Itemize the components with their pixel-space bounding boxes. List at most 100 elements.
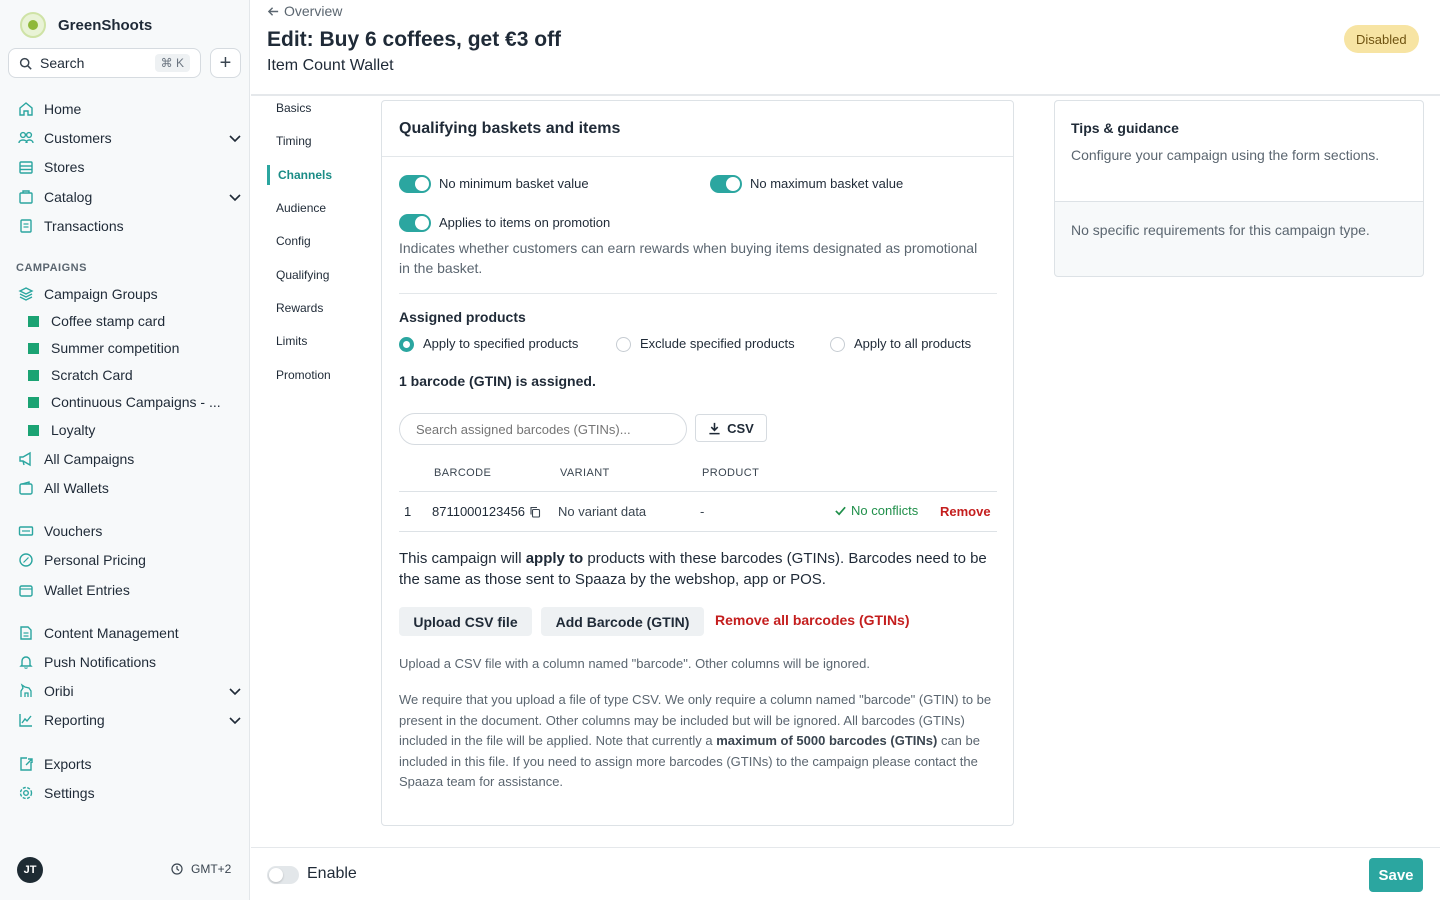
nav-personal-pricing[interactable]: Personal Pricing bbox=[18, 548, 242, 572]
wallet-entries-icon bbox=[19, 585, 33, 597]
enable-label: Enable bbox=[307, 865, 357, 882]
chevron-down-icon[interactable] bbox=[228, 131, 242, 145]
upload-csv-button[interactable]: Upload CSV file bbox=[399, 607, 532, 636]
nav-all-wallets[interactable]: All Wallets bbox=[18, 476, 242, 500]
nav-stores-label: Stores bbox=[44, 159, 85, 175]
brand[interactable]: GreenShoots bbox=[20, 12, 152, 38]
nav-wallet-entries-label: Wallet Entries bbox=[44, 582, 130, 598]
section-nav-qualifying[interactable]: Qualifying bbox=[267, 265, 329, 285]
footer-bar: Enable Save bbox=[251, 847, 1440, 900]
nav-home[interactable]: Home bbox=[18, 97, 242, 121]
sidebar-search[interactable]: Search ⌘ K bbox=[8, 48, 201, 78]
nav-exports[interactable]: Exports bbox=[18, 752, 242, 776]
barcode-search-input[interactable] bbox=[399, 413, 687, 445]
row-product: - bbox=[700, 504, 705, 519]
nav-oribi[interactable]: Oribi bbox=[18, 679, 242, 703]
radio-apply-all[interactable] bbox=[830, 337, 845, 352]
requirements-bold: maximum of 5000 barcodes (GTINs) bbox=[716, 733, 938, 748]
document-icon bbox=[20, 626, 32, 640]
promotion-help: Indicates whether customers can earn rew… bbox=[399, 240, 978, 276]
plus-icon: + bbox=[219, 51, 232, 74]
section-nav-promotion[interactable]: Promotion bbox=[267, 365, 331, 385]
nav-reporting[interactable]: Reporting bbox=[18, 708, 242, 732]
nav-reporting-label: Reporting bbox=[44, 712, 105, 728]
nav-all-campaigns[interactable]: All Campaigns bbox=[18, 447, 242, 471]
nav-wallet-entries[interactable]: Wallet Entries bbox=[18, 578, 242, 602]
tips-title: Tips & guidance bbox=[1071, 120, 1179, 136]
radio-exclude-specified-label[interactable]: Exclude specified products bbox=[640, 336, 795, 351]
back-link[interactable]: Overview bbox=[267, 3, 342, 19]
tips-panel: Tips & guidance Configure your campaign … bbox=[1054, 100, 1424, 277]
campaign-group-item[interactable]: Loyalty bbox=[28, 419, 238, 441]
create-button[interactable]: + bbox=[210, 48, 241, 78]
copy-icon[interactable] bbox=[529, 506, 541, 518]
chevron-down-icon[interactable] bbox=[228, 684, 242, 698]
nav-customers-label: Customers bbox=[44, 130, 112, 146]
card-heading: Qualifying baskets and items bbox=[382, 101, 1013, 157]
assigned-count: 1 barcode (GTIN) is assigned. bbox=[399, 373, 596, 389]
nav-push-notifications[interactable]: Push Notifications bbox=[18, 650, 242, 674]
no-minimum-toggle[interactable] bbox=[399, 175, 431, 193]
nav-transactions-label: Transactions bbox=[44, 218, 124, 234]
timezone-indicator[interactable]: GMT+2 bbox=[171, 862, 231, 876]
remove-all-barcodes-button[interactable]: Remove all barcodes (GTINs) bbox=[715, 612, 910, 628]
section-nav-audience[interactable]: Audience bbox=[267, 198, 326, 218]
section-nav-limits[interactable]: Limits bbox=[267, 331, 307, 351]
percent-badge-icon bbox=[19, 553, 33, 567]
radio-apply-all-label[interactable]: Apply to all products bbox=[854, 336, 971, 351]
home-icon bbox=[19, 102, 33, 116]
row-remove-button[interactable]: Remove bbox=[940, 504, 991, 519]
row-barcode-value: 8711000123456 bbox=[432, 504, 526, 519]
nav-vouchers[interactable]: Vouchers bbox=[18, 519, 242, 543]
group-color-swatch bbox=[28, 369, 39, 381]
nav-transactions[interactable]: Transactions bbox=[18, 214, 242, 238]
header-divider bbox=[251, 94, 1440, 96]
nav-customers[interactable]: Customers bbox=[18, 126, 242, 150]
add-barcode-button[interactable]: Add Barcode (GTIN) bbox=[541, 607, 704, 636]
promotion-toggle[interactable] bbox=[399, 214, 431, 232]
back-link-label: Overview bbox=[284, 3, 343, 19]
section-nav-timing[interactable]: Timing bbox=[267, 131, 312, 151]
campaign-group-item[interactable]: Scratch Card bbox=[28, 364, 238, 386]
section-nav-channels[interactable]: Channels bbox=[267, 165, 332, 185]
section-divider bbox=[399, 293, 997, 294]
wallet-icon bbox=[19, 481, 33, 495]
nav-catalog[interactable]: Catalog bbox=[18, 185, 242, 209]
column-header-variant: VARIANT bbox=[560, 467, 610, 479]
radio-apply-specified-label[interactable]: Apply to specified products bbox=[423, 336, 578, 351]
table-header-rule bbox=[399, 491, 997, 492]
apply-text-part: This campaign will bbox=[399, 550, 526, 567]
store-icon bbox=[19, 161, 33, 174]
upload-note: Upload a CSV file with a column named "b… bbox=[399, 656, 870, 671]
campaign-group-label: Summer competition bbox=[51, 340, 180, 356]
no-maximum-label: No maximum basket value bbox=[750, 176, 904, 191]
section-nav-rewards[interactable]: Rewards bbox=[267, 298, 323, 318]
ticket-icon bbox=[18, 526, 34, 536]
campaign-group-item[interactable]: Summer competition bbox=[28, 337, 238, 359]
save-button[interactable]: Save bbox=[1369, 858, 1423, 892]
chevron-down-icon[interactable] bbox=[228, 190, 242, 204]
campaign-group-item[interactable]: Coffee stamp card bbox=[28, 310, 238, 332]
enable-toggle[interactable] bbox=[267, 866, 299, 884]
no-minimum-label: No minimum basket value bbox=[439, 176, 589, 191]
section-nav-config[interactable]: Config bbox=[267, 231, 311, 251]
nav-personal-pricing-label: Personal Pricing bbox=[44, 552, 146, 568]
page-subtitle: Item Count Wallet bbox=[267, 57, 394, 74]
chart-line-icon bbox=[19, 714, 32, 727]
search-shortcut: ⌘ K bbox=[154, 54, 190, 72]
nav-stores[interactable]: Stores bbox=[18, 155, 242, 179]
nav-all-wallets-label: All Wallets bbox=[44, 480, 109, 496]
nav-push-notifications-label: Push Notifications bbox=[44, 654, 157, 670]
chevron-down-icon[interactable] bbox=[228, 713, 242, 727]
no-maximum-toggle[interactable] bbox=[710, 175, 742, 193]
tips-description: Configure your campaign using the form s… bbox=[1071, 147, 1380, 163]
nav-content-management[interactable]: Content Management bbox=[18, 621, 242, 645]
nav-settings[interactable]: Settings bbox=[18, 781, 242, 805]
radio-exclude-specified[interactable] bbox=[616, 337, 631, 352]
csv-download-button[interactable]: CSV bbox=[695, 414, 767, 442]
nav-campaign-groups[interactable]: Campaign Groups bbox=[18, 282, 242, 306]
section-nav-basics[interactable]: Basics bbox=[267, 98, 311, 118]
radio-apply-specified[interactable] bbox=[399, 337, 414, 352]
user-avatar[interactable]: JT bbox=[17, 857, 43, 883]
campaign-group-item[interactable]: Continuous Campaigns - ... bbox=[28, 391, 238, 413]
